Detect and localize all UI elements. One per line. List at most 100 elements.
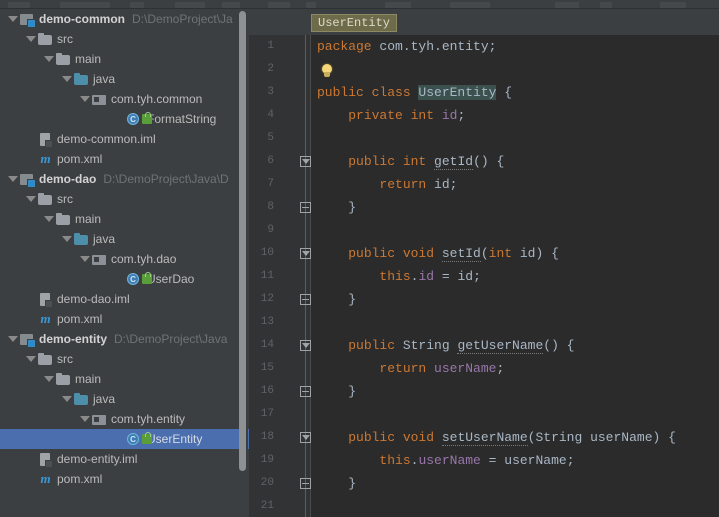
code-line[interactable]: } [317, 380, 719, 403]
code-token: public class [317, 85, 419, 100]
code-line[interactable]: return userName; [317, 357, 719, 380]
project-tree-scrollbar-thumb[interactable] [239, 11, 246, 471]
expand-arrow-icon[interactable] [6, 169, 19, 189]
code-token: private int [348, 108, 442, 123]
line-number: 21 [260, 500, 274, 512]
code-token: () { [473, 154, 505, 169]
expand-arrow-icon[interactable] [6, 9, 19, 29]
code-token: public void [348, 430, 442, 445]
code-token: getUserName [457, 338, 544, 354]
tree-node-src[interactable]: src [0, 29, 249, 49]
code-token: com.tyh.entity; [379, 39, 497, 54]
fold-collapse-icon[interactable] [300, 248, 311, 259]
code-line[interactable] [317, 403, 719, 426]
fold-region-end-icon[interactable] [300, 386, 311, 397]
tree-node-src[interactable]: src [0, 189, 249, 209]
code-editor[interactable]: UserEntity 1 2 3 4 5 6 7 8 9 10 11 12 13 14 15 16 17 18 19… [249, 9, 719, 517]
tree-node-demo-common-iml[interactable]: demo-common.iml [0, 129, 249, 149]
expand-arrow-icon[interactable] [60, 69, 73, 89]
expand-arrow-icon[interactable] [24, 349, 37, 369]
code-line[interactable] [317, 219, 719, 242]
fold-collapse-icon[interactable] [300, 156, 311, 167]
tree-node-pom-xml[interactable]: m pom.xml [0, 309, 249, 329]
fold-collapse-icon[interactable] [300, 432, 311, 443]
tree-node-java[interactable]: java [0, 389, 249, 409]
code-token: } [317, 200, 357, 215]
tree-node-path: D:\DemoProject\Java [114, 332, 228, 346]
code-line[interactable]: public String getUserName() { [317, 334, 719, 357]
tree-node-java[interactable]: java [0, 229, 249, 249]
code-area[interactable]: 1 2 3 4 5 6 7 8 9 10 11 12 13 14 15 16 17 18 19 20 21 packag… [249, 35, 719, 517]
tree-node-formatstring[interactable]: C FormatString [0, 109, 249, 129]
tree-node-label: demo-dao [39, 172, 97, 186]
expand-arrow-icon[interactable] [78, 249, 91, 269]
tree-node-java[interactable]: java [0, 69, 249, 89]
tree-node-demo-entity[interactable]: demo-entity D:\DemoProject\Java [0, 329, 249, 349]
code-token: this [379, 269, 411, 284]
code-line[interactable]: this.id = id; [317, 265, 719, 288]
code-line[interactable] [317, 58, 719, 81]
tree-node-com-tyh-dao[interactable]: com.tyh.dao [0, 249, 249, 269]
code-line[interactable]: return id; [317, 173, 719, 196]
line-number: 2 [267, 63, 274, 75]
expand-arrow-icon[interactable] [42, 49, 55, 69]
tree-node-main[interactable]: main [0, 369, 249, 389]
expand-arrow-icon[interactable] [60, 389, 73, 409]
tree-node-demo-common[interactable]: demo-common D:\DemoProject\Ja [0, 9, 249, 29]
expand-arrow-icon[interactable] [42, 209, 55, 229]
expand-arrow-icon[interactable] [6, 329, 19, 349]
code-line[interactable]: public void setUserName(String userName)… [317, 426, 719, 449]
intellij-idea-window: demo-common D:\DemoProject\Ja src main java c… [0, 0, 719, 517]
code-line[interactable] [317, 311, 719, 334]
code-token: return [379, 361, 435, 376]
class-lock-badge-icon [142, 432, 152, 444]
expand-arrow-icon[interactable] [24, 189, 37, 209]
project-tree[interactable]: demo-common D:\DemoProject\Ja src main java c… [0, 9, 249, 489]
code-line[interactable]: } [317, 288, 719, 311]
tree-node-userdao[interactable]: C UserDao [0, 269, 249, 289]
tree-node-userentity[interactable]: C UserEntity [0, 429, 249, 449]
source-code-text[interactable]: package com.tyh.entity; public class User… [317, 35, 719, 517]
code-line[interactable]: package com.tyh.entity; [317, 35, 719, 58]
expand-arrow-icon[interactable] [78, 89, 91, 109]
fold-region-end-icon[interactable] [300, 478, 311, 489]
expand-arrow-icon[interactable] [78, 409, 91, 429]
code-line[interactable]: public void setId(int id) { [317, 242, 719, 265]
code-line[interactable]: public class UserEntity { [317, 81, 719, 104]
tree-node-demo-dao[interactable]: demo-dao D:\DemoProject\Java\D [0, 169, 249, 189]
tree-node-pom-xml[interactable]: m pom.xml [0, 469, 249, 489]
line-number: 7 [267, 178, 274, 190]
code-line[interactable]: private int id; [317, 104, 719, 127]
expand-arrow-icon[interactable] [42, 369, 55, 389]
tree-node-demo-dao-iml[interactable]: demo-dao.iml [0, 289, 249, 309]
tree-node-main[interactable]: main [0, 209, 249, 229]
code-line[interactable]: public int getId() { [317, 150, 719, 173]
code-line[interactable]: this.userName = userName; [317, 449, 719, 472]
editor-gutter[interactable]: 1 2 3 4 5 6 7 8 9 10 11 12 13 14 15 16 17 18 19 20 21 [249, 35, 311, 517]
expand-arrow-icon[interactable] [24, 29, 37, 49]
fold-region-end-icon[interactable] [300, 294, 311, 305]
java-class-icon: C [127, 431, 152, 447]
class-lock-badge-icon [142, 272, 152, 284]
maven-icon: m [40, 471, 51, 486]
code-line[interactable]: } [317, 196, 719, 219]
code-token: ( [480, 246, 489, 261]
fold-collapse-icon[interactable] [300, 340, 311, 351]
tree-node-pom-xml[interactable]: m pom.xml [0, 149, 249, 169]
folder-icon [37, 31, 54, 47]
code-line[interactable] [317, 495, 719, 517]
code-line[interactable] [317, 127, 719, 150]
tree-node-main[interactable]: main [0, 49, 249, 69]
tree-node-src[interactable]: src [0, 349, 249, 369]
project-tree-scrollbar-track[interactable] [239, 9, 248, 517]
tree-node-com-tyh-common[interactable]: com.tyh.common [0, 89, 249, 109]
code-line[interactable]: } [317, 472, 719, 495]
fold-region-end-icon[interactable] [300, 202, 311, 213]
tree-node-com-tyh-entity[interactable]: com.tyh.entity [0, 409, 249, 429]
tree-node-label: demo-dao.iml [57, 292, 130, 306]
expand-arrow-icon[interactable] [60, 229, 73, 249]
tree-node-demo-entity-iml[interactable]: demo-entity.iml [0, 449, 249, 469]
breadcrumb-userentity[interactable]: UserEntity [311, 14, 398, 32]
